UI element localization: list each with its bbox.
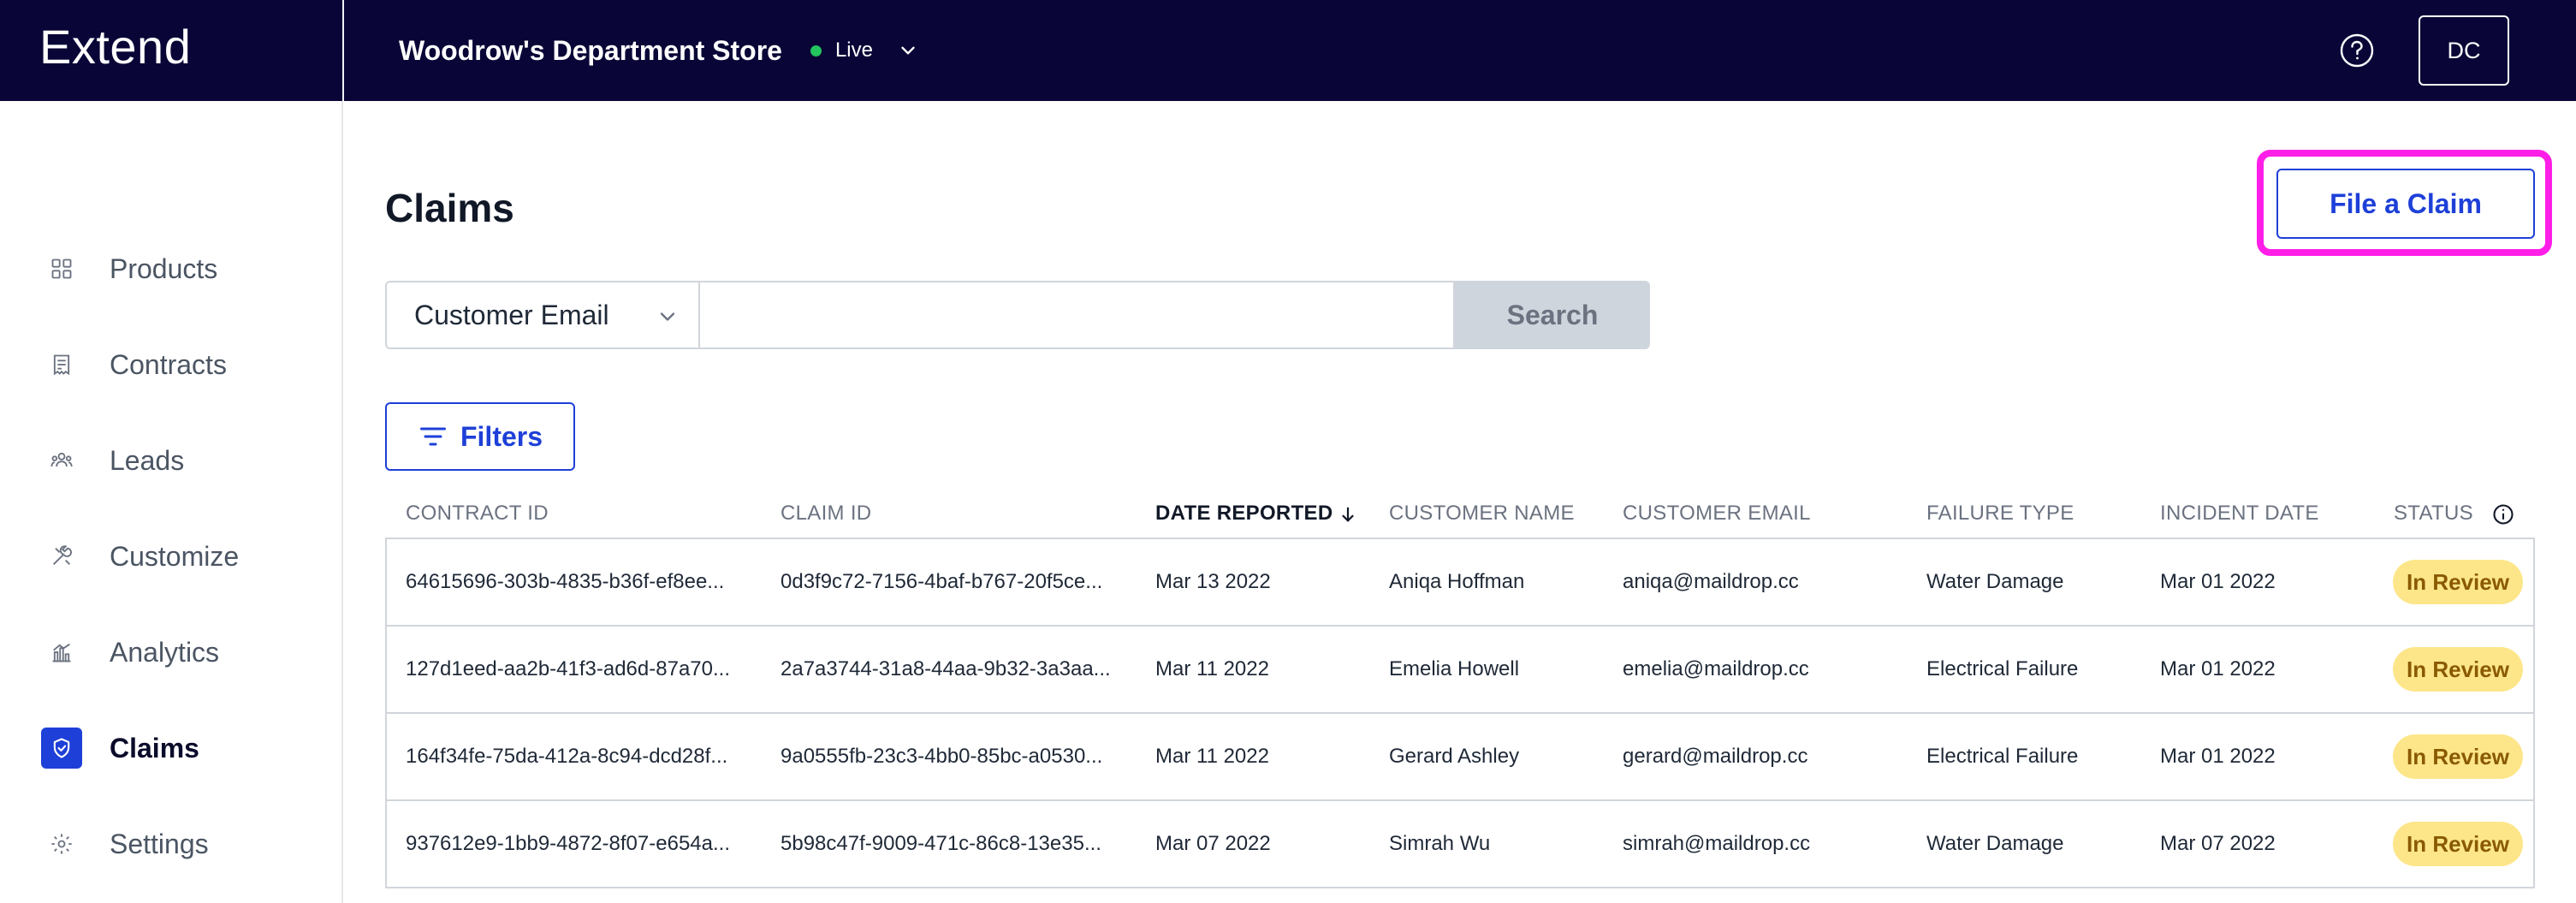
cell-claim-id[interactable]: 2a7a3744-31a8-44aa-9b32-3a3aa... — [781, 657, 1111, 681]
cell-failure-type: Water Damage — [1926, 570, 2064, 593]
status-badge: In Review — [2393, 822, 2523, 866]
tools-icon — [41, 536, 82, 577]
receipt-icon — [41, 344, 82, 385]
sidebar-item-contracts[interactable]: Contracts — [0, 330, 342, 399]
search-field-select[interactable]: Customer Email — [385, 281, 700, 349]
cell-incident-date: Mar 01 2022 — [2160, 570, 2276, 593]
grid-icon — [41, 248, 82, 289]
cell-failure-type: Electrical Failure — [1926, 745, 2079, 768]
cell-customer-name: Simrah Wu — [1389, 832, 1491, 855]
sidebar-item-label: Claims — [110, 732, 199, 763]
filters-button[interactable]: Filters — [385, 402, 575, 471]
cell-customer-email: gerard@maildrop.cc — [1623, 745, 1808, 768]
table-row[interactable]: 937612e9-1bb9-4872-8f07-e654a... 5b98c47… — [387, 801, 2533, 888]
table-row[interactable]: 64615696-303b-4835-b36f-ef8ee... 0d3f9c7… — [387, 539, 2533, 627]
cell-claim-id[interactable]: 5b98c47f-9009-471c-86c8-13e35... — [781, 832, 1101, 856]
cell-customer-email: simrah@maildrop.cc — [1623, 832, 1811, 855]
status-badge: In Review — [2393, 647, 2523, 692]
cell-contract-id[interactable]: 127d1eed-aa2b-41f3-ad6d-87a70... — [406, 657, 730, 681]
sidebar: Products Contracts Leads Customize Analy… — [0, 101, 343, 903]
cell-failure-type: Water Damage — [1926, 832, 2064, 855]
cell-customer-name: Gerard Ashley — [1389, 745, 1520, 768]
column-header-status-label: STATUS — [2394, 502, 2473, 525]
file-a-claim-button[interactable]: File a Claim — [2276, 169, 2535, 239]
cell-failure-type: Electrical Failure — [1926, 657, 2079, 680]
cell-date-reported: Mar 11 2022 — [1155, 657, 1269, 680]
column-header-customer-email[interactable]: CUSTOMER EMAIL — [1623, 502, 1811, 526]
column-header-customer-name[interactable]: CUSTOMER NAME — [1389, 502, 1575, 526]
header-divider — [342, 0, 344, 101]
top-bar: Extend Woodrow's Department Store Live D… — [0, 0, 2576, 101]
people-icon — [41, 440, 82, 481]
live-status-dot — [810, 45, 822, 56]
sidebar-item-claims[interactable]: Claims — [0, 714, 342, 782]
info-icon[interactable] — [2491, 502, 2515, 526]
column-header-claim-id[interactable]: CLAIM ID — [781, 502, 871, 526]
column-header-status[interactable]: STATUS — [2394, 502, 2515, 526]
cell-customer-name: Aniqa Hoffman — [1389, 570, 1525, 593]
cell-date-reported: Mar 11 2022 — [1155, 745, 1269, 768]
sidebar-item-label: Products — [110, 252, 218, 284]
cell-contract-id[interactable]: 64615696-303b-4835-b36f-ef8ee... — [406, 570, 724, 594]
store-switcher[interactable]: Woodrow's Department Store Live — [399, 31, 919, 70]
help-icon[interactable] — [2339, 33, 2375, 68]
sidebar-item-leads[interactable]: Leads — [0, 426, 342, 495]
sidebar-item-analytics[interactable]: Analytics — [0, 618, 342, 686]
cell-date-reported: Mar 13 2022 — [1155, 570, 1271, 593]
sidebar-item-customize[interactable]: Customize — [0, 522, 342, 591]
cell-contract-id[interactable]: 937612e9-1bb9-4872-8f07-e654a... — [406, 832, 730, 856]
search-button[interactable]: Search — [1455, 281, 1650, 349]
column-header-failure-type[interactable]: FAILURE TYPE — [1926, 502, 2074, 526]
cell-customer-name: Emelia Howell — [1389, 657, 1520, 680]
sidebar-item-products[interactable]: Products — [0, 235, 342, 303]
status-badge: In Review — [2393, 560, 2523, 604]
sidebar-item-label: Leads — [110, 444, 185, 476]
bar-chart-icon — [41, 632, 82, 673]
cell-claim-id[interactable]: 9a0555fb-23c3-4bb0-85bc-a0530... — [781, 745, 1102, 769]
column-header-date-reported[interactable]: DATE REPORTED — [1155, 502, 1357, 526]
status-badge: In Review — [2393, 734, 2523, 779]
filter-icon — [419, 427, 446, 446]
table-row[interactable]: 164f34fe-75da-412a-8c94-dcd28f... 9a0555… — [387, 714, 2533, 801]
page-title: Claims — [385, 186, 514, 230]
search-field-selected-value: Customer Email — [414, 299, 609, 330]
table-body: 64615696-303b-4835-b36f-ef8ee... 0d3f9c7… — [385, 538, 2535, 888]
cell-incident-date: Mar 01 2022 — [2160, 657, 2276, 680]
sidebar-item-label: Contracts — [110, 348, 227, 380]
shield-icon — [41, 728, 82, 769]
sidebar-item-settings[interactable]: Settings — [0, 810, 342, 878]
search-input[interactable] — [700, 281, 1455, 349]
cell-customer-email: aniqa@maildrop.cc — [1623, 570, 1799, 593]
arrow-down-icon — [1342, 507, 1355, 522]
cell-incident-date: Mar 07 2022 — [2160, 832, 2276, 855]
sidebar-item-label: Settings — [110, 828, 209, 859]
table-row[interactable]: 127d1eed-aa2b-41f3-ad6d-87a70... 2a7a374… — [387, 627, 2533, 714]
chevron-down-icon — [660, 312, 675, 321]
cell-customer-email: emelia@maildrop.cc — [1623, 657, 1809, 680]
cell-claim-id[interactable]: 0d3f9c72-7156-4baf-b767-20f5ce... — [781, 570, 1102, 594]
user-avatar-button[interactable]: DC — [2419, 15, 2509, 86]
filters-label: Filters — [460, 420, 543, 452]
live-status-label: Live — [834, 39, 873, 62]
sidebar-item-label: Customize — [110, 540, 240, 572]
store-name: Woodrow's Department Store — [399, 34, 782, 66]
column-header-incident-date[interactable]: INCIDENT DATE — [2160, 502, 2319, 526]
column-header-contract-id[interactable]: CONTRACT ID — [406, 502, 549, 526]
claims-table: CONTRACT ID CLAIM ID DATE REPORTED CUSTO… — [385, 493, 2535, 888]
cell-incident-date: Mar 01 2022 — [2160, 745, 2276, 768]
cell-contract-id[interactable]: 164f34fe-75da-412a-8c94-dcd28f... — [406, 745, 727, 769]
table-header: CONTRACT ID CLAIM ID DATE REPORTED CUSTO… — [385, 493, 2535, 538]
extend-logo[interactable]: Extend — [39, 19, 191, 74]
gear-icon — [41, 823, 82, 864]
sidebar-item-label: Analytics — [110, 636, 220, 668]
column-header-date-reported-label: DATE REPORTED — [1155, 502, 1333, 525]
chevron-down-icon[interactable] — [897, 39, 919, 62]
search-bar: Customer Email Search — [385, 281, 1650, 349]
cell-date-reported: Mar 07 2022 — [1155, 832, 1271, 855]
